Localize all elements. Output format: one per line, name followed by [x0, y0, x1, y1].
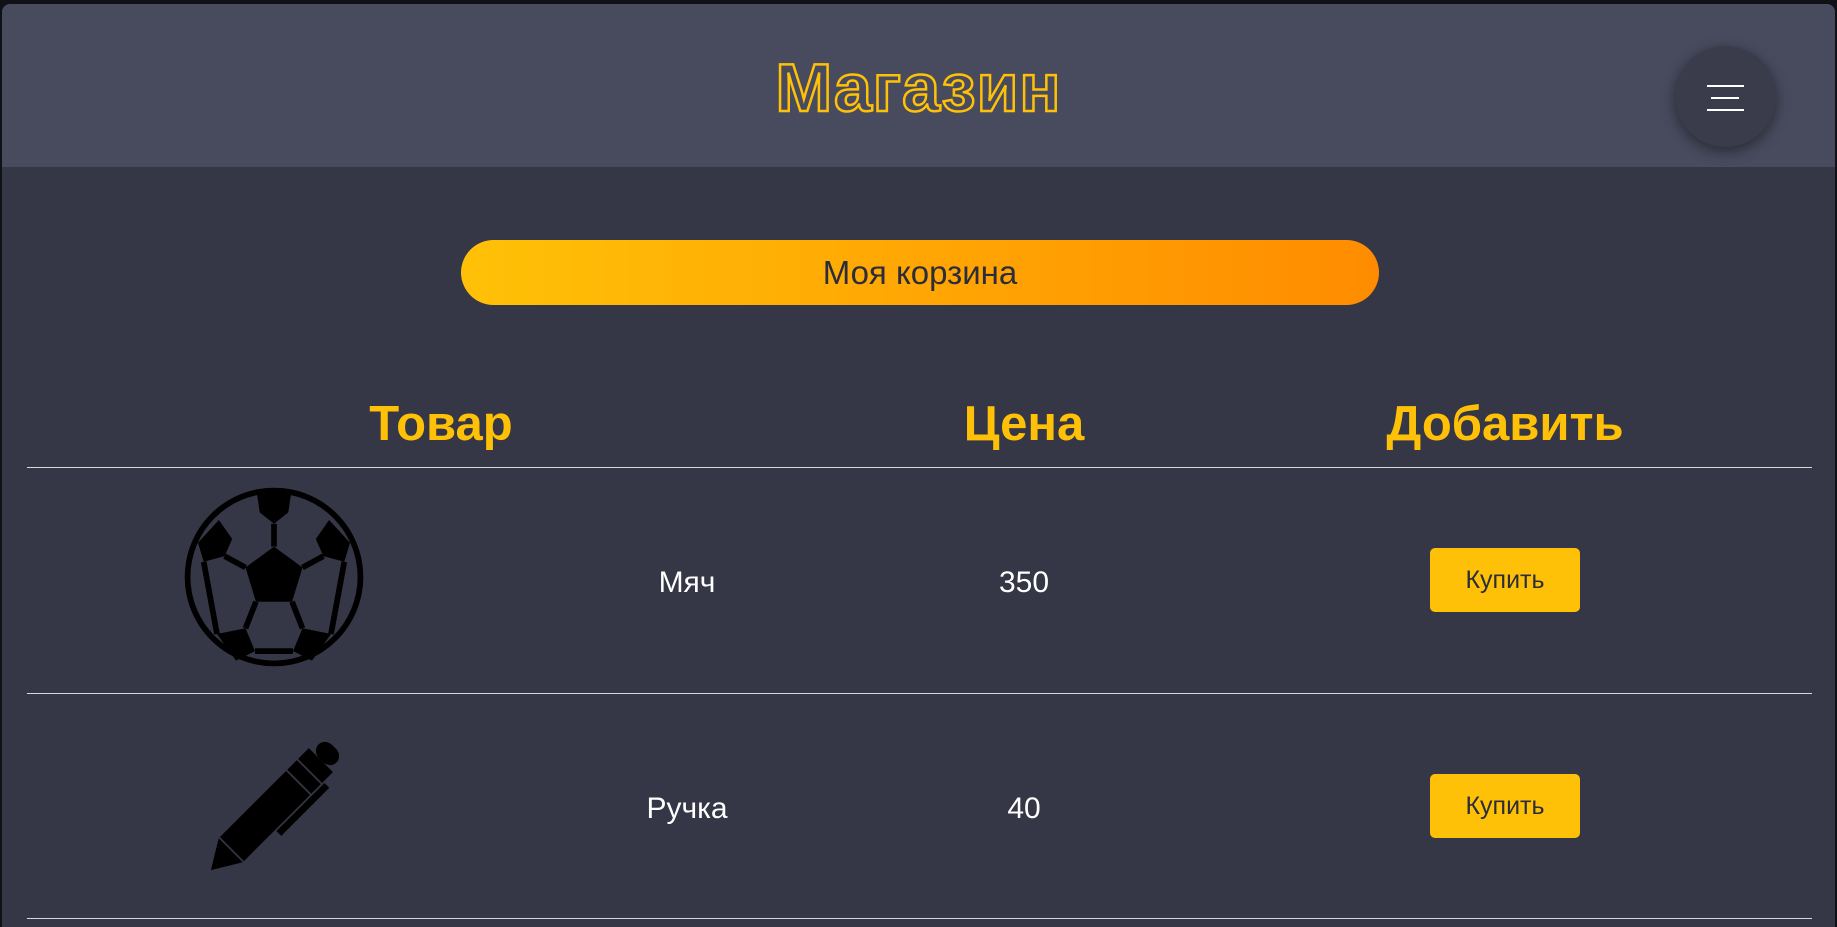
buy-button[interactable]: Купить	[1430, 548, 1580, 612]
column-header-price: Цена	[963, 397, 1085, 451]
soccer-ball-icon	[184, 487, 364, 667]
hamburger-menu-icon-bottom	[1707, 109, 1744, 111]
buy-button[interactable]: Купить	[1430, 774, 1580, 838]
product-name: Ручка	[646, 792, 728, 825]
product-price: 40	[1007, 792, 1041, 825]
table-divider	[27, 467, 1812, 468]
pen-icon	[210, 741, 340, 871]
product-price: 350	[998, 566, 1050, 599]
menu-button[interactable]	[1675, 46, 1776, 147]
column-header-product: Товар	[369, 397, 513, 451]
hamburger-menu-icon	[1707, 85, 1744, 87]
my-cart-button[interactable]: Моя корзина	[461, 240, 1379, 305]
hamburger-menu-icon-middle	[1711, 97, 1739, 99]
table-divider	[27, 918, 1812, 919]
app-window: Магазин Моя корзина Товар Цена Добавить	[2, 4, 1835, 927]
header-bar: Магазин	[2, 4, 1835, 167]
column-header-add: Добавить	[1386, 397, 1624, 451]
page-title: Магазин	[774, 49, 1062, 128]
table-divider	[27, 693, 1812, 694]
product-name: Мяч	[658, 566, 716, 599]
